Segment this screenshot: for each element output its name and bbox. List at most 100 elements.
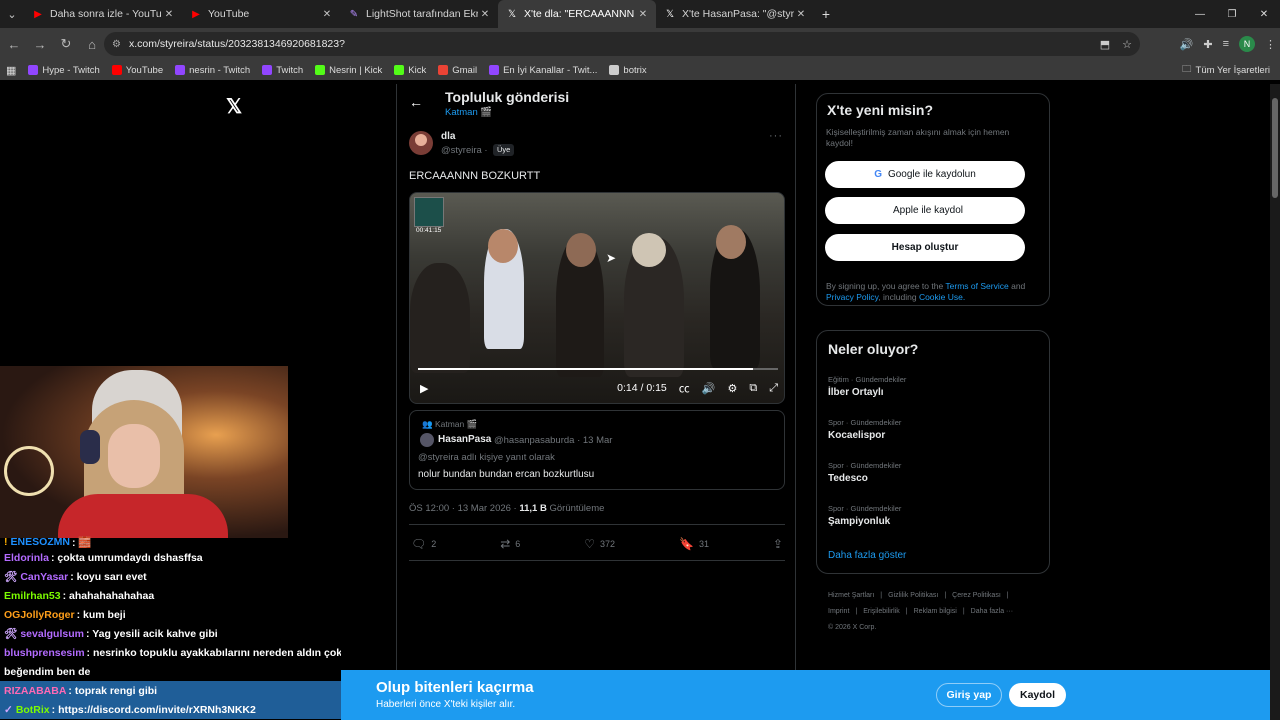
- quoted-reply[interactable]: 👥 Katman 🎬 HasanPasa @hasanpasaburda · 1…: [409, 410, 785, 490]
- extensions-icon[interactable]: ✚: [1203, 38, 1212, 51]
- all-bookmarks[interactable]: 🗀 Tüm Yer İşaretleri: [1182, 62, 1270, 78]
- menu-icon[interactable]: ⋮: [1265, 38, 1276, 51]
- bookmark-star-icon[interactable]: ☆: [1122, 38, 1132, 51]
- restore-icon[interactable]: ❐: [1216, 0, 1248, 28]
- more-options-icon[interactable]: ···: [769, 130, 783, 142]
- page-scrollbar[interactable]: [1270, 84, 1280, 720]
- tab-close-icon[interactable]: ✕: [320, 9, 334, 20]
- terms-link[interactable]: Terms of Service: [945, 281, 1008, 291]
- scrollbar-thumb[interactable]: [1272, 98, 1278, 198]
- footer-link[interactable]: Reklam bilgisi: [914, 608, 957, 615]
- chat-username[interactable]: sevalgulsum: [20, 628, 84, 640]
- minimize-icon[interactable]: —: [1184, 0, 1216, 28]
- quote-author-handle[interactable]: @hasanpasaburda · 13 Mar: [494, 435, 612, 446]
- bookmark-item[interactable]: Twitch: [262, 65, 303, 76]
- chat-username[interactable]: BotRix: [16, 704, 50, 716]
- trend-item[interactable]: Spor · Gündemdekiler Kocaelispor: [828, 418, 901, 441]
- login-button[interactable]: Giriş yap: [936, 683, 1002, 707]
- footer-link[interactable]: Imprint: [828, 608, 849, 615]
- media-control-icon[interactable]: ≡: [1223, 38, 1229, 50]
- tab-close-icon[interactable]: ✕: [478, 9, 492, 20]
- bookmark-item[interactable]: Hype - Twitch: [28, 65, 100, 76]
- browser-tab[interactable]: 𝕏 X'te HasanPasa: "@styreira nol...✕: [656, 0, 814, 28]
- chat-username[interactable]: RIZAABABA: [4, 685, 66, 697]
- chat-username[interactable]: OGJollyRoger: [4, 609, 75, 621]
- chat-username[interactable]: blushprensesim: [4, 647, 85, 659]
- install-icon[interactable]: ⬒: [1100, 38, 1110, 51]
- footer-link[interactable]: Hizmet Şartları: [828, 592, 874, 599]
- repost-button[interactable]: ⇄ 6: [500, 537, 520, 551]
- url-bar[interactable]: ⚙ x.com/styreira/status/2032381346920681…: [104, 32, 1140, 56]
- video-progress-bar[interactable]: [418, 368, 778, 370]
- quote-author-name[interactable]: HasanPasa: [438, 434, 491, 445]
- post-timestamp[interactable]: ÖS 12:00 · 13 Mar 2026 ·: [409, 503, 517, 514]
- video-player[interactable]: 00:41:15 ➤ ▶ 0:14 / 0:15 ㏄ 🔊 ⚙ ⧉ ⤢: [409, 192, 785, 404]
- back-arrow-icon[interactable]: ←: [409, 94, 423, 110]
- trend-item[interactable]: Spor · Gündemdekiler Tedesco: [828, 461, 901, 484]
- close-window-icon[interactable]: ✕: [1248, 0, 1280, 28]
- chat-text: : çokta umrumdaydı dshasffsa: [50, 551, 203, 564]
- tab-close-icon[interactable]: ✕: [636, 9, 650, 20]
- browser-tab[interactable]: 𝕏 X'te dla: "ERCAAANNN BOZKU...✕: [498, 0, 656, 28]
- footer-link[interactable]: Erişilebilirlik: [863, 608, 900, 615]
- bookmark-item[interactable]: Gmail: [438, 65, 477, 76]
- chat-username[interactable]: CanYasar: [20, 571, 68, 583]
- google-signup-button[interactable]: G Google ile kaydolun: [825, 161, 1025, 188]
- tab-close-icon[interactable]: ✕: [162, 9, 176, 20]
- tab-close-icon[interactable]: ✕: [794, 9, 808, 20]
- author-avatar[interactable]: [409, 131, 433, 155]
- x-logo-icon[interactable]: 𝕏: [226, 94, 242, 119]
- trend-item[interactable]: Spor · Gündemdekiler Şampiyonluk: [828, 504, 901, 527]
- volume-icon[interactable]: 🔊: [702, 382, 716, 395]
- apple-signup-button[interactable]: Apple ile kaydol: [825, 197, 1025, 224]
- bookmark-item[interactable]: En İyi Kanallar - Twit...: [489, 65, 597, 76]
- like-button[interactable]: ♡ 372: [584, 537, 615, 551]
- captions-icon[interactable]: ㏄: [679, 380, 690, 396]
- share-button[interactable]: ⇪: [773, 537, 783, 551]
- author-handle[interactable]: @styreira ·: [441, 145, 488, 156]
- show-more-link[interactable]: Daha fazla göster: [828, 550, 906, 561]
- chat-text: : ahahahahahahaa: [62, 589, 155, 602]
- create-account-button[interactable]: Hesap oluştur: [825, 234, 1025, 261]
- footer-separator: |: [944, 592, 947, 599]
- privacy-link[interactable]: Privacy Policy: [826, 292, 878, 302]
- trend-category: Spor · Gündemdekiler: [828, 461, 902, 470]
- bookmark-item[interactable]: botrix: [609, 65, 647, 76]
- new-tab-button[interactable]: +: [814, 6, 838, 22]
- trend-item[interactable]: Eğitim · Gündemdekiler İlber Ortaylı: [828, 375, 906, 398]
- site-info-icon[interactable]: ⚙: [112, 39, 121, 50]
- apps-icon[interactable]: ▦: [6, 64, 16, 77]
- footer-link[interactable]: Çerez Politikası: [952, 592, 1001, 599]
- chat-username[interactable]: Eldorinla: [4, 552, 49, 564]
- pip-icon[interactable]: ⧉: [749, 382, 757, 395]
- bookmark-item[interactable]: YouTube: [111, 65, 163, 76]
- chat-username[interactable]: Emilrhan53: [4, 590, 61, 602]
- chat-username[interactable]: ENESOZMN: [11, 536, 71, 548]
- fullscreen-icon[interactable]: ⤢: [769, 382, 778, 395]
- youtube-icon: ▶: [192, 8, 200, 20]
- quote-avatar[interactable]: [420, 433, 434, 447]
- profile-avatar[interactable]: N: [1239, 36, 1255, 52]
- cookie-link[interactable]: Cookie Use.: [919, 292, 965, 302]
- browser-tab[interactable]: ▶ Daha sonra izle - YouTube ✕: [24, 0, 182, 28]
- footer-link[interactable]: Gizlilik Politikası: [888, 592, 938, 599]
- browser-tab[interactable]: ▶ YouTube ✕: [182, 0, 340, 28]
- bookmark-item[interactable]: Kick: [394, 65, 426, 76]
- register-button[interactable]: Kaydol: [1009, 683, 1066, 707]
- settings-icon[interactable]: ⚙: [727, 382, 737, 395]
- play-icon[interactable]: ▶: [420, 382, 428, 395]
- tab-search-icon[interactable]: ⌄: [0, 0, 24, 28]
- bookmark-item[interactable]: Nesrin | Kick: [315, 65, 382, 76]
- footer-link[interactable]: Daha fazla ···: [971, 608, 1013, 615]
- forward-icon[interactable]: →: [28, 32, 52, 56]
- browser-tab[interactable]: ✎ LightShot tarafından Ekran Gö...✕: [340, 0, 498, 28]
- back-icon[interactable]: ←: [2, 32, 26, 56]
- audio-icon[interactable]: 🔊: [1180, 38, 1194, 51]
- home-icon[interactable]: ⌂: [80, 32, 104, 56]
- reply-button[interactable]: 🗨 2: [411, 537, 436, 551]
- bookmark-button[interactable]: 🔖 31: [679, 537, 709, 551]
- community-link[interactable]: Katman 🎬: [445, 107, 492, 118]
- author-name[interactable]: dla: [441, 131, 455, 142]
- bookmark-item[interactable]: nesrin - Twitch: [175, 65, 250, 76]
- reload-icon[interactable]: ↻: [54, 32, 78, 56]
